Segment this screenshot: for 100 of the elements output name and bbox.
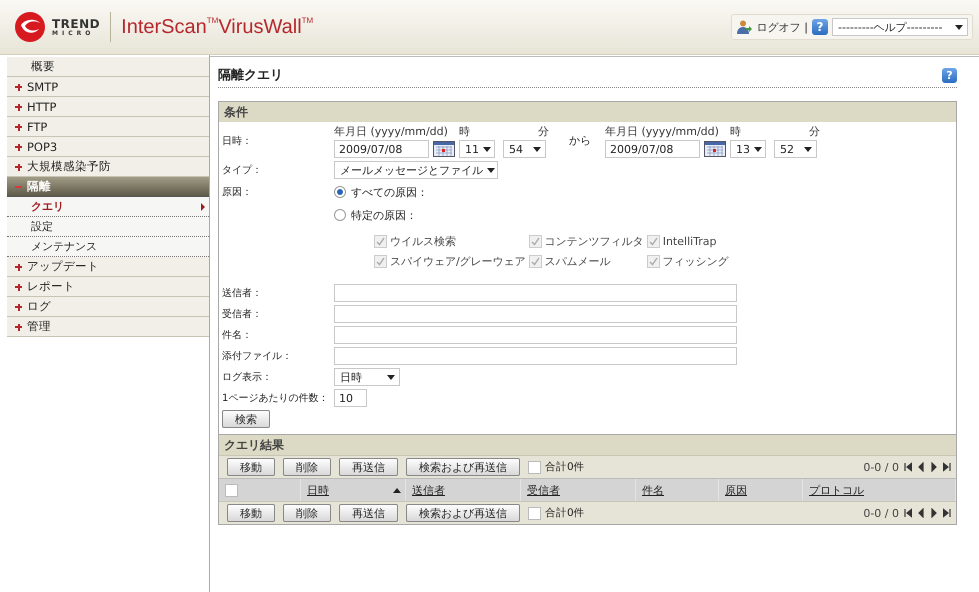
field-label: 時 bbox=[730, 124, 742, 139]
column-header[interactable]: 件名 bbox=[642, 482, 664, 498]
next-page-icon[interactable] bbox=[930, 508, 938, 518]
plus-icon bbox=[15, 103, 22, 110]
sidebar-item[interactable]: ログ bbox=[7, 297, 209, 317]
toolbar-button[interactable]: 削除 bbox=[283, 458, 331, 476]
radio-option[interactable]: 特定の原因： bbox=[334, 205, 956, 225]
sidebar-item[interactable]: 管理 bbox=[7, 317, 209, 337]
help-select[interactable]: ---------ヘルプ--------- bbox=[832, 18, 968, 36]
panel-header: クエリ結果 bbox=[219, 435, 956, 455]
previous-page-icon[interactable] bbox=[917, 462, 925, 472]
field-label: 分 bbox=[808, 124, 820, 139]
column-header[interactable]: 原因 bbox=[725, 482, 747, 498]
sidebar-item[interactable]: FTP bbox=[7, 117, 209, 137]
separator: | bbox=[804, 20, 808, 34]
column-header[interactable]: プロトコル bbox=[809, 482, 864, 498]
sidebar-item[interactable]: POP3 bbox=[7, 137, 209, 157]
checkbox-label: ウイルス検索 bbox=[390, 234, 456, 249]
field-label: 1ページあたりの件数： bbox=[222, 392, 330, 405]
toolbar-button[interactable]: 移動 bbox=[227, 458, 275, 476]
caret-icon bbox=[387, 374, 395, 380]
field-label: 件名： bbox=[222, 329, 253, 342]
calendar-icon[interactable] bbox=[433, 141, 455, 157]
sort-icon[interactable] bbox=[393, 488, 401, 492]
toolbar-button[interactable]: 移動 bbox=[227, 504, 275, 522]
paging-text: 0-0 / 0 bbox=[863, 506, 899, 520]
input-field[interactable] bbox=[334, 326, 737, 344]
field-label: 原因： bbox=[222, 186, 253, 199]
arrow-icon bbox=[201, 202, 205, 210]
caret-icon bbox=[804, 146, 812, 152]
minute-select[interactable]: 52 bbox=[774, 140, 817, 158]
hour-select[interactable]: 11 bbox=[459, 140, 495, 158]
date-field[interactable]: 2009/07/08 bbox=[605, 140, 700, 158]
radio-button[interactable] bbox=[334, 209, 346, 221]
first-page-icon[interactable] bbox=[904, 462, 912, 472]
field-label: 添付ファイル： bbox=[222, 350, 293, 363]
sidebar-subitem[interactable]: 設定 bbox=[7, 217, 209, 237]
hour-select[interactable]: 13 bbox=[730, 140, 766, 158]
field-label: 年月日 (yyyy/mm/dd) bbox=[334, 124, 449, 139]
sidebar-item[interactable]: SMTP bbox=[7, 77, 209, 97]
field-label: 年月日 (yyyy/mm/dd) bbox=[605, 124, 720, 139]
plus-icon bbox=[15, 83, 22, 90]
logo-icon bbox=[14, 11, 46, 43]
checkbox[interactable] bbox=[528, 506, 541, 520]
column-header[interactable]: 日時 bbox=[307, 482, 329, 498]
radio-button[interactable] bbox=[334, 186, 346, 198]
caret-icon bbox=[754, 146, 762, 152]
range-label: から bbox=[569, 133, 591, 148]
checkbox[interactable] bbox=[528, 460, 541, 474]
field-label: 受信者： bbox=[222, 308, 263, 321]
sidebar-item[interactable]: 概要 bbox=[7, 57, 209, 77]
caret-icon bbox=[487, 168, 495, 172]
checkbox[interactable] bbox=[225, 484, 238, 496]
search-button[interactable]: 検索 bbox=[222, 410, 270, 428]
minute-select[interactable]: 54 bbox=[503, 140, 546, 158]
input-field[interactable] bbox=[334, 347, 737, 365]
sidebar-item[interactable]: 隔離 bbox=[7, 177, 209, 197]
last-page-icon[interactable] bbox=[943, 508, 951, 518]
paging-text: 0-0 / 0 bbox=[863, 460, 899, 474]
type-select[interactable]: メールメッセージとファイル bbox=[334, 161, 498, 179]
field-label: 時 bbox=[459, 124, 471, 139]
input-field[interactable]: 10 bbox=[334, 389, 367, 407]
field-label: ログ表示： bbox=[222, 370, 273, 384]
input-field[interactable] bbox=[334, 284, 737, 302]
input-field[interactable] bbox=[334, 305, 737, 323]
previous-page-icon[interactable] bbox=[917, 508, 925, 518]
field-label: 分 bbox=[537, 124, 549, 139]
minus-icon bbox=[15, 183, 22, 190]
page-title: 隔離クエリ bbox=[218, 67, 283, 84]
first-page-icon[interactable] bbox=[904, 508, 912, 518]
log-display-select[interactable]: 日時 bbox=[334, 368, 400, 386]
checkbox-label: コンテンツフィルタ bbox=[544, 234, 644, 249]
column-header[interactable]: 受信者 bbox=[527, 482, 560, 498]
total-count: 合計0件 bbox=[545, 460, 585, 474]
toolbar-button[interactable]: 再送信 bbox=[339, 458, 398, 476]
sidebar-subitem[interactable]: メンテナンス bbox=[7, 237, 209, 257]
plus-icon bbox=[15, 283, 22, 290]
field-label: 日時： bbox=[222, 134, 253, 148]
column-header[interactable]: 送信者 bbox=[412, 482, 445, 498]
checkbox-label: フィッシング bbox=[662, 254, 729, 269]
toolbar-button[interactable]: 再送信 bbox=[339, 504, 398, 522]
toolbar-button[interactable]: 検索および再送信 bbox=[406, 504, 520, 522]
caret-icon bbox=[533, 146, 541, 152]
sidebar-item[interactable]: アップデート bbox=[7, 257, 209, 277]
calendar-icon[interactable] bbox=[704, 141, 726, 157]
checkbox-label: スパイウェア/グレーウェア bbox=[390, 254, 526, 269]
sidebar-subitem[interactable]: クエリ bbox=[7, 197, 209, 217]
logoff-link[interactable]: ログオフ bbox=[756, 20, 800, 34]
date-field[interactable]: 2009/07/08 bbox=[334, 140, 429, 158]
sidebar-item[interactable]: レポート bbox=[7, 277, 209, 297]
sidebar-item[interactable]: HTTP bbox=[7, 97, 209, 117]
sidebar-item[interactable]: 大規模感染予防 bbox=[7, 157, 209, 177]
plus-icon bbox=[15, 163, 22, 170]
toolbar-button[interactable]: 削除 bbox=[283, 504, 331, 522]
radio-option[interactable]: すべての原因： bbox=[334, 182, 956, 202]
next-page-icon[interactable] bbox=[930, 462, 938, 472]
plus-icon bbox=[15, 323, 22, 330]
toolbar-button[interactable]: 検索および再送信 bbox=[406, 458, 520, 476]
last-page-icon[interactable] bbox=[943, 462, 951, 472]
product-title: InterScan$^{TM}$VirusWall$^{TM}$ bbox=[121, 16, 314, 38]
